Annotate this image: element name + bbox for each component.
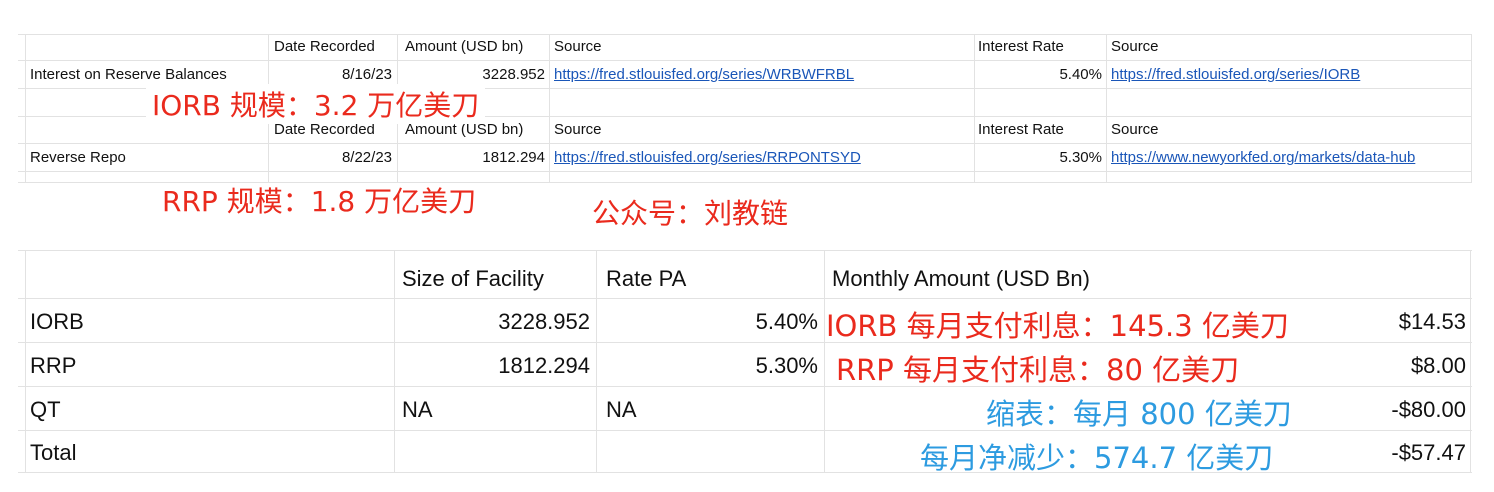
header-rate-pa: Rate PA: [606, 266, 687, 291]
row-label: Total: [30, 440, 77, 465]
header-interest-rate: Interest Rate: [978, 38, 1064, 55]
row-label: Reverse Repo: [30, 149, 126, 166]
monthly-value: $14.53: [1398, 309, 1466, 334]
monthly-value: -$57.47: [1391, 440, 1466, 465]
rate-value: NA: [606, 397, 637, 422]
rate-value: 5.30%: [755, 353, 818, 378]
rate-source-link[interactable]: https://www.newyorkfed.org/markets/data-…: [1111, 149, 1415, 166]
date-recorded-value: 8/16/23: [341, 66, 392, 83]
row-label: RRP: [30, 353, 77, 378]
rate-value: 5.40%: [755, 309, 818, 334]
rate-source-link[interactable]: https://fred.stlouisfed.org/series/IORB: [1111, 66, 1360, 83]
amount-value: 3228.952: [482, 66, 545, 83]
annotation-wechat: 公众号：刘教链: [592, 197, 789, 230]
annotation-iorb-size: IORB 规模：3.2 万亿美刀: [146, 84, 486, 124]
annotation-net-monthly-reduction: 每月净减少：574.7 亿美刀: [920, 441, 1274, 475]
header-size-of-facility: Size of Facility: [402, 266, 544, 291]
header-source-2: Source: [1111, 121, 1159, 138]
date-recorded-value: 8/22/23: [341, 149, 392, 166]
size-value: NA: [402, 397, 433, 422]
size-value: 1812.294: [498, 353, 590, 378]
monthly-value: $8.00: [1410, 353, 1466, 378]
interest-rate-value: 5.30%: [1059, 149, 1102, 166]
header-source: Source: [554, 121, 602, 138]
interest-rate-value: 5.40%: [1059, 66, 1102, 83]
annotation-rrp-monthly-interest: RRP 每月支付利息：80 亿美刀: [836, 353, 1240, 387]
header-date-recorded: Date Recorded: [274, 38, 375, 55]
header-source-2: Source: [1111, 38, 1159, 55]
header-amount: Amount (USD bn): [405, 38, 524, 55]
header-monthly-amount: Monthly Amount (USD Bn): [832, 266, 1090, 291]
annotation-qt-monthly: 缩表：每月 800 亿美刀: [986, 397, 1292, 431]
monthly-value: -$80.00: [1391, 397, 1466, 422]
header-source: Source: [554, 38, 602, 55]
source-link[interactable]: https://fred.stlouisfed.org/series/RRPON…: [554, 149, 861, 166]
size-value: 3228.952: [498, 309, 590, 334]
row-label: IORB: [30, 309, 84, 334]
row-label: Interest on Reserve Balances: [30, 66, 227, 83]
amount-value: 1812.294: [482, 149, 545, 166]
source-link[interactable]: https://fred.stlouisfed.org/series/WRBWF…: [554, 66, 854, 83]
annotation-rrp-size: RRP 规模：1.8 万亿美刀: [162, 185, 477, 218]
annotation-iorb-monthly-interest: IORB 每月支付利息：145.3 亿美刀: [826, 309, 1289, 343]
header-interest-rate: Interest Rate: [978, 121, 1064, 138]
row-label: QT: [30, 397, 61, 422]
